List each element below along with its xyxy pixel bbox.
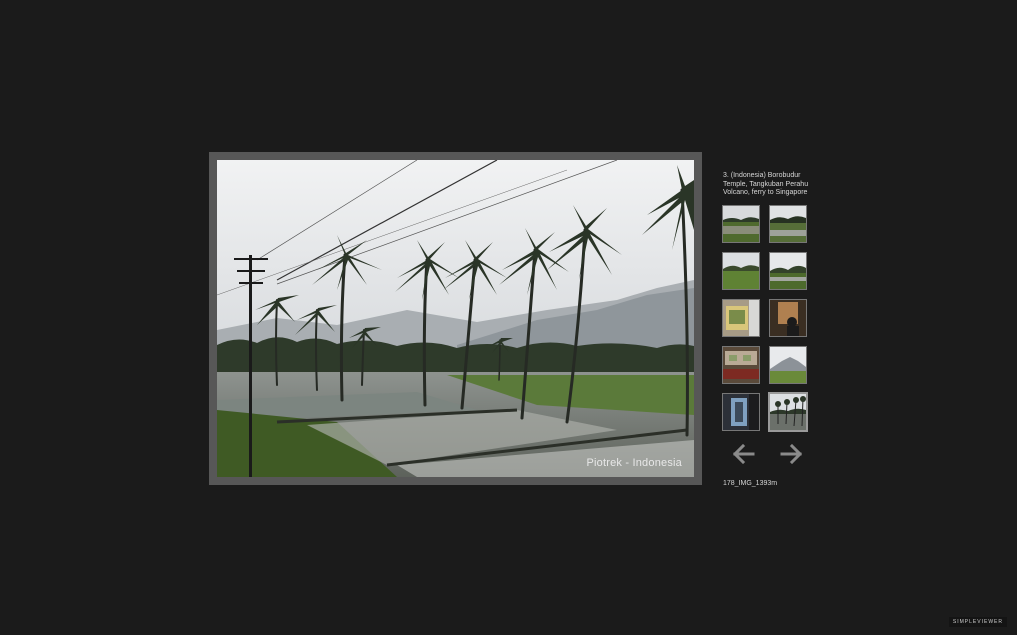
gallery-title: 3. (Indonesia) Borobudur Temple, Tangkub… <box>723 172 809 196</box>
watermark-text: Piotrek - Indonesia <box>586 457 682 469</box>
thumbnail-10-selected[interactable] <box>768 392 808 432</box>
thumbnail-image <box>770 253 806 289</box>
image-caption: 178_IMG_1393m <box>723 480 778 487</box>
thumbnail-image <box>770 300 806 336</box>
thumbnail-grid <box>722 205 812 435</box>
thumbnail-8[interactable] <box>769 346 807 384</box>
thumbnail-image <box>723 300 759 336</box>
thumbnail-7[interactable] <box>722 346 760 384</box>
main-image-frame: Piotrek - Indonesia <box>209 152 702 485</box>
thumbnail-9[interactable] <box>722 393 760 431</box>
main-image[interactable]: Piotrek - Indonesia <box>217 160 694 477</box>
simpleviewer-gallery: Piotrek - Indonesia 3. (Indonesia) Borob… <box>0 0 1017 635</box>
thumbnail-image <box>770 347 806 383</box>
thumbnail-image <box>770 394 806 430</box>
main-photo-artwork <box>217 160 694 477</box>
arrow-right-icon <box>780 443 803 465</box>
simpleviewer-brand-link[interactable]: SIMPLEVIEWER <box>948 617 1007 627</box>
thumbnail-image <box>723 347 759 383</box>
next-page-button[interactable] <box>780 443 803 465</box>
thumbnail-1[interactable] <box>722 205 760 243</box>
thumbnail-image <box>723 394 759 430</box>
arrow-left-icon <box>732 443 755 465</box>
thumbnail-image <box>770 206 806 242</box>
previous-page-button[interactable] <box>732 443 755 465</box>
thumbnail-3[interactable] <box>722 252 760 290</box>
thumbnail-2[interactable] <box>769 205 807 243</box>
thumbnail-image <box>723 253 759 289</box>
thumbnail-4[interactable] <box>769 252 807 290</box>
thumbnail-image <box>723 206 759 242</box>
thumbnail-6[interactable] <box>769 299 807 337</box>
thumbnail-5[interactable] <box>722 299 760 337</box>
